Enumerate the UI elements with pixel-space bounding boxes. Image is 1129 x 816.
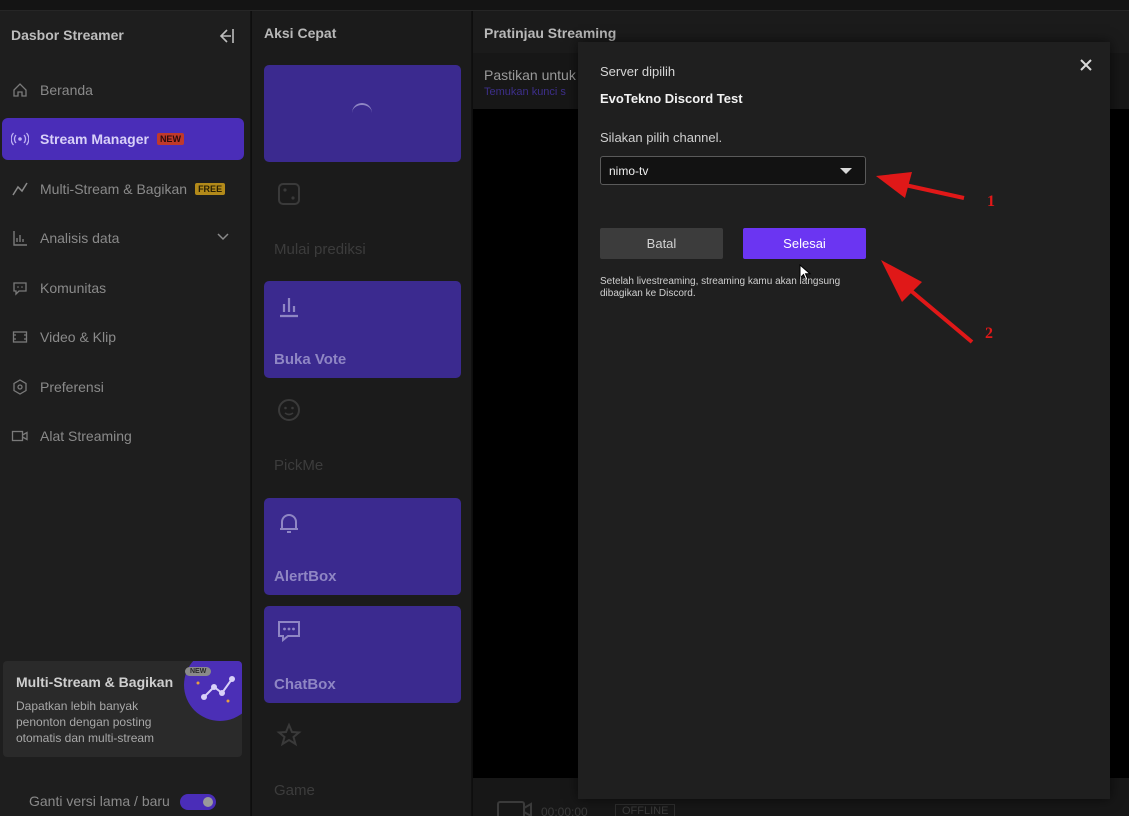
sidebar-item-analisis-data[interactable]: Analisis data [2,217,244,259]
quick-action-mulai-prediksi[interactable]: Mulai prediksi [264,173,461,270]
preview-title: Pratinjau Streaming [484,25,617,41]
promo-text: Dapatkan lebih banyak penonton dengan po… [16,699,155,745]
dice-icon [278,183,300,205]
sidebar-item-beranda[interactable]: Beranda [2,69,244,111]
broadcast-icon [11,130,29,148]
annotation-number-1: 1 [987,193,995,210]
free-badge: FREE [195,183,226,195]
quick-action-game[interactable]: Game [264,714,461,811]
new-badge: NEW [156,133,184,145]
sidebar-item-label: Stream Manager [40,131,149,147]
sidebar-item-label: Multi-Stream & Bagikan [40,181,188,197]
settings-hex-icon [11,378,29,396]
quick-action-buka-vote[interactable]: Buka Vote [264,281,461,378]
promo-new-badge: NEW [185,667,212,676]
sidebar-title: Dasbor Streamer [11,27,124,43]
selected-server-name: EvoTekno Discord Test [600,91,743,106]
share-note: Setelah livestreaming, streaming kamu ak… [600,276,841,299]
sidebar-item-preferensi[interactable]: Preferensi [2,366,244,408]
quick-action-label: ChatBox [274,676,336,693]
top-strip [0,0,1129,11]
quick-action-loading[interactable] [264,65,461,162]
film-icon [11,328,29,346]
annotation-number-2: 2 [985,325,993,342]
chat-bubble-icon [278,621,300,643]
sidebar: Dasbor Streamer Beranda Stream Manager N… [0,11,251,816]
chart-line-icon [11,180,29,198]
smile-icon [278,399,300,421]
camera-icon [11,427,29,445]
quick-actions-panel: Aksi Cepat Mulai prediksi Buka Vote Pick… [252,11,472,816]
sidebar-item-label: Preferensi [40,379,104,395]
quick-action-alertbox[interactable]: AlertBox [264,498,461,595]
channel-select-value: nimo-tv [609,163,649,178]
cancel-button[interactable]: Batal [600,228,723,259]
close-icon[interactable] [1079,58,1093,72]
selected-server-caption: Server dipilih [600,64,676,79]
promo-title: Multi-Stream & Bagikan [16,674,174,690]
sidebar-item-stream-manager[interactable]: Stream Manager NEW [2,118,244,160]
stream-status-badge: OFFLINE [615,804,676,816]
sidebar-item-label: Video & Klip [40,329,117,345]
collapse-sidebar-icon[interactable] [214,25,236,47]
stream-timer: 00:00:00 [541,805,588,816]
discord-share-dialog: Server dipilih EvoTekno Discord Test Sil… [578,42,1110,799]
vote-bars-icon [280,298,298,318]
sidebar-item-komunitas[interactable]: Komunitas [2,267,244,309]
sidebar-item-label: Alat Streaming [40,428,132,444]
quick-action-label: AlertBox [274,568,337,585]
loading-spinner-icon [352,103,372,123]
bar-chart-icon [11,229,29,247]
quick-action-label: PickMe [274,457,324,474]
sidebar-item-label: Komunitas [40,280,107,296]
bell-icon [280,514,298,533]
quick-action-pickme[interactable]: PickMe [264,389,461,486]
quick-actions-title: Aksi Cepat [264,25,337,41]
star-icon [276,722,302,747]
sidebar-item-label: Beranda [40,82,93,98]
sidebar-item-multi-stream[interactable]: Multi-Stream & Bagikan FREE [2,168,244,210]
home-icon [11,81,29,99]
version-toggle[interactable] [180,794,216,810]
preview-notice-link[interactable]: Temukan kunci s [484,86,566,98]
chat-icon [11,279,29,297]
quick-action-chatbox[interactable]: ChatBox [264,606,461,703]
promo-card[interactable]: NEW Multi-Stream & Bagikan Dapatkan lebi… [3,661,242,757]
sidebar-item-video-klip[interactable]: Video & Klip [2,316,244,358]
chevron-down-icon[interactable] [216,229,230,243]
sidebar-item-alat-streaming[interactable]: Alat Streaming [2,415,244,457]
quick-action-label: Game [274,782,315,799]
quick-action-label: Buka Vote [274,351,347,368]
version-toggle-label: Ganti versi lama / baru [29,793,170,809]
done-button[interactable]: Selesai [743,228,866,259]
caret-down-icon [840,168,852,174]
quick-action-label: Mulai prediksi [274,241,366,258]
sidebar-item-label: Analisis data [40,230,120,246]
channel-select[interactable]: nimo-tv [600,156,866,185]
preview-notice-text: Pastikan untuk [484,67,576,83]
video-camera-icon [497,801,532,816]
channel-select-label: Silakan pilih channel. [600,130,723,145]
